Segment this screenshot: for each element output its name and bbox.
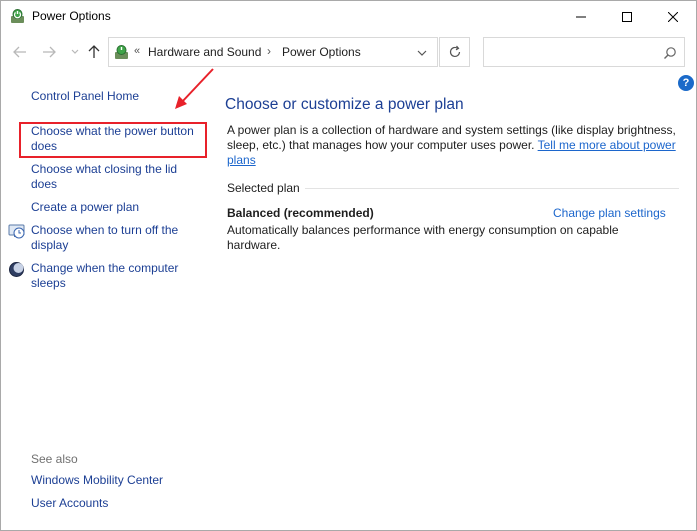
page-title: Choose or customize a power plan bbox=[225, 96, 464, 113]
power-options-window: Power Options « Hardware and Sound › Pow… bbox=[0, 0, 697, 531]
moon-sleep-icon bbox=[8, 261, 25, 278]
address-overflow-chevron[interactable]: « bbox=[134, 45, 140, 57]
forward-button[interactable] bbox=[39, 42, 59, 62]
address-dropdown-button[interactable] bbox=[414, 46, 430, 60]
address-bar[interactable]: « Hardware and Sound › Power Options bbox=[108, 37, 438, 67]
windows-mobility-center-link[interactable]: Windows Mobility Center bbox=[31, 473, 206, 488]
user-accounts-link[interactable]: User Accounts bbox=[31, 496, 206, 511]
change-plan-settings-link[interactable]: Change plan settings bbox=[553, 206, 666, 220]
maximize-button[interactable] bbox=[604, 1, 650, 32]
selected-plan-heading: Selected plan bbox=[227, 181, 300, 195]
plan-description: Automatically balances performance with … bbox=[227, 223, 619, 252]
search-icon bbox=[663, 46, 677, 60]
computer-sleeps-link[interactable]: Change when the computer sleeps bbox=[31, 261, 206, 291]
breadcrumb-separator[interactable]: › bbox=[267, 44, 271, 58]
highlight-box bbox=[19, 122, 207, 158]
page-description: A power plan is a collection of hardware… bbox=[227, 123, 679, 168]
help-button[interactable]: ? bbox=[678, 75, 694, 91]
close-button[interactable] bbox=[650, 1, 696, 32]
breadcrumb-hardware-and-sound[interactable]: Hardware and Sound bbox=[148, 45, 261, 59]
up-button[interactable] bbox=[84, 42, 104, 62]
control-panel-icon bbox=[113, 44, 130, 61]
display-clock-icon bbox=[8, 223, 25, 240]
choose-lid-action-link[interactable]: Choose what closing the lid does bbox=[31, 162, 206, 192]
power-options-icon bbox=[9, 8, 26, 25]
turn-off-display-link[interactable]: Choose when to turn off the display bbox=[31, 223, 206, 253]
window-title: Power Options bbox=[32, 9, 111, 23]
plan-name: Balanced (recommended) bbox=[227, 206, 374, 220]
see-also-heading: See also bbox=[31, 452, 78, 466]
breadcrumb-power-options[interactable]: Power Options bbox=[282, 45, 361, 59]
title-bar: Power Options bbox=[1, 1, 696, 32]
create-power-plan-link[interactable]: Create a power plan bbox=[31, 200, 206, 215]
section-divider bbox=[305, 188, 679, 189]
recent-locations-button[interactable] bbox=[65, 42, 85, 62]
minimize-button[interactable] bbox=[558, 1, 604, 32]
refresh-icon bbox=[449, 45, 460, 58]
refresh-button[interactable] bbox=[439, 37, 470, 67]
annotation-arrow-icon bbox=[175, 68, 214, 109]
back-button[interactable] bbox=[10, 42, 30, 62]
search-input[interactable] bbox=[483, 37, 685, 67]
